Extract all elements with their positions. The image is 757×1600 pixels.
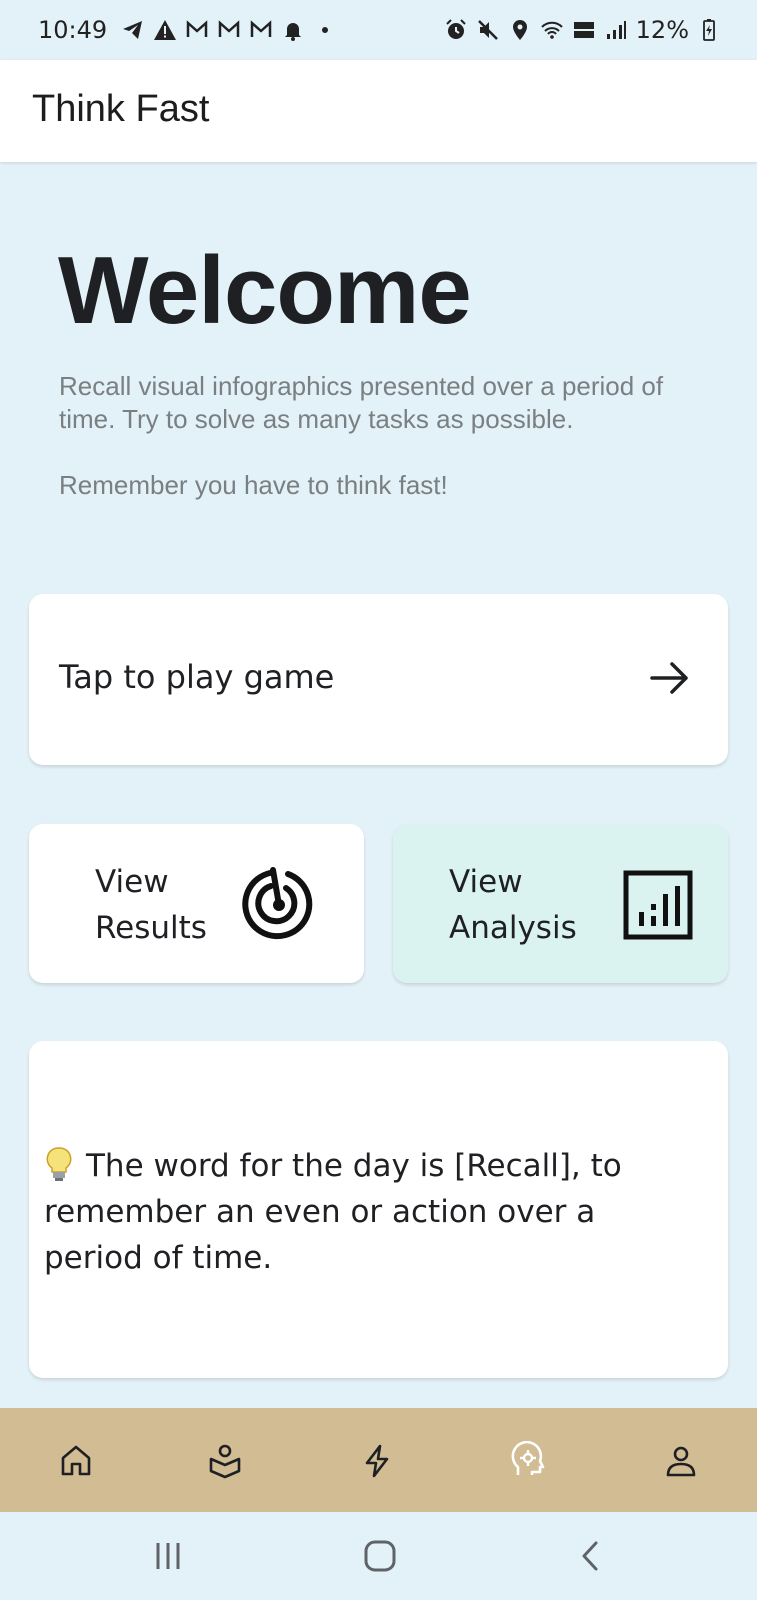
nav-home-button[interactable] <box>51 1436 101 1486</box>
home-button-icon <box>364 1540 396 1572</box>
view-analysis-line2: Analysis <box>449 910 577 946</box>
word-of-the-day-text: The word for the day is [Recall], to rem… <box>44 1148 622 1276</box>
profile-icon <box>666 1446 696 1477</box>
alarm-icon <box>444 18 468 42</box>
recent-apps-button[interactable] <box>143 1534 193 1578</box>
status-time: 10:49 <box>38 16 108 44</box>
gmail-icon <box>217 18 241 42</box>
mute-icon <box>476 18 500 42</box>
volte-icon <box>572 18 596 42</box>
view-analysis-card[interactable]: View Analysis <box>393 824 728 983</box>
nav-learn-button[interactable] <box>200 1436 250 1486</box>
view-results-card[interactable]: View Results <box>29 824 364 983</box>
battery-charging-icon <box>697 18 721 42</box>
back-button[interactable] <box>566 1534 616 1578</box>
battery-percent: 12% <box>635 16 689 44</box>
signal-icon <box>604 18 628 42</box>
bar-chart-icon <box>623 870 693 940</box>
arrow-right-icon <box>650 662 688 694</box>
play-game-card[interactable]: Tap to play game <box>29 594 728 765</box>
view-results-line1: View <box>95 864 169 900</box>
home-button[interactable] <box>355 1534 405 1578</box>
home-icon <box>61 1445 91 1476</box>
view-results-label: View Results <box>95 859 245 951</box>
welcome-description: Recall visual infographics presented ove… <box>59 371 664 434</box>
word-of-the-day-card: The word for the day is [Recall], to rem… <box>29 1041 728 1378</box>
wifi-icon <box>540 18 564 42</box>
location-icon <box>508 18 532 42</box>
recent-apps-icon <box>156 1543 180 1569</box>
status-bar: 10:49 12% <box>0 0 757 60</box>
gmail-icon <box>185 18 209 42</box>
target-icon <box>242 867 313 940</box>
brain-icon <box>511 1441 545 1475</box>
lightbulb-icon <box>46 1147 72 1181</box>
system-navigation <box>0 1512 757 1600</box>
welcome-reminder: Remember you have to think fast! <box>59 470 448 500</box>
nav-profile-button[interactable] <box>656 1436 706 1486</box>
word-of-the-day: The word for the day is [Recall], to rem… <box>44 1143 664 1281</box>
app-title: Think Fast <box>32 88 210 130</box>
telegram-icon <box>121 18 145 42</box>
warning-icon <box>153 18 177 42</box>
view-results-line2: Results <box>95 910 207 946</box>
nav-play-button[interactable] <box>352 1436 402 1486</box>
dot-icon <box>313 18 337 42</box>
view-analysis-line1: View <box>449 864 523 900</box>
learn-icon <box>209 1444 241 1479</box>
bottom-navigation <box>0 1408 757 1512</box>
view-analysis-label: View Analysis <box>449 859 599 951</box>
status-bar-left: 10:49 <box>38 16 337 44</box>
nav-brain-button[interactable] <box>505 1436 555 1486</box>
lightning-icon <box>365 1444 389 1478</box>
status-bar-right: 12% <box>444 16 721 44</box>
back-icon <box>582 1541 598 1571</box>
notification-bell-icon <box>281 18 305 42</box>
app-bar: Think Fast <box>0 60 757 162</box>
play-game-label: Tap to play game <box>59 658 335 696</box>
gmail-icon <box>249 18 273 42</box>
welcome-heading: Welcome <box>58 237 472 344</box>
